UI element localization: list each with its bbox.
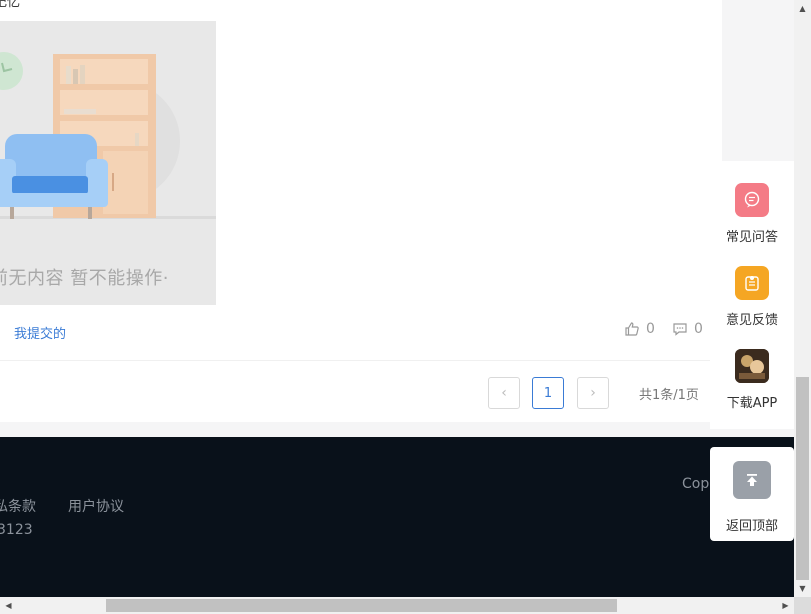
footer-user-agreement-link[interactable]: 用户协议 xyxy=(68,496,124,516)
content-card: 记忆 前无内容 暂不能操作· 我提交的 0 0 ‹ 1 › 共1条/1页 xyxy=(0,0,722,422)
scroll-down-arrow-icon[interactable]: ▼ xyxy=(794,580,811,597)
comment-icon xyxy=(673,323,687,336)
viewport: 记忆 前无内容 暂不能操作· 我提交的 0 0 ‹ 1 › 共1条/1页 私条款… xyxy=(0,0,794,597)
item-meta-row: 我提交的 0 0 xyxy=(0,315,722,347)
item-title: 记忆 xyxy=(0,0,21,10)
scroll-left-arrow-icon[interactable]: ◀ xyxy=(0,597,17,614)
side-top-area xyxy=(722,0,794,161)
pagination-total: 共1条/1页 xyxy=(639,388,699,403)
empty-state-text: 前无内容 暂不能操作· xyxy=(0,268,169,289)
download-app-button[interactable]: 下载APP xyxy=(710,349,794,411)
scroll-up-arrow-icon[interactable]: ▲ xyxy=(794,0,811,17)
side-panel: 常见问答 意见反馈 下载APP xyxy=(710,161,794,429)
like-count: 0 xyxy=(646,321,655,337)
comment-count: 0 xyxy=(694,321,703,337)
empty-state-illustration: 前无内容 暂不能操作· xyxy=(0,21,216,305)
my-submission-link[interactable]: 我提交的 xyxy=(14,323,66,342)
back-to-top-label: 返回顶部 xyxy=(725,519,778,534)
footer: 私条款 用户协议 3123 Cop xyxy=(0,437,794,597)
scrollbar-corner xyxy=(794,597,811,614)
like-button[interactable]: 0 xyxy=(624,321,655,337)
footer-privacy-link[interactable]: 私条款 xyxy=(0,496,36,516)
scroll-right-arrow-icon[interactable]: ▶ xyxy=(777,597,794,614)
faq-label: 常见问答 xyxy=(725,230,778,245)
feedback-icon xyxy=(735,266,769,300)
feedback-button[interactable]: 意见反馈 xyxy=(710,266,794,328)
pagination-next-button[interactable]: › xyxy=(577,377,609,409)
pagination-prev-button[interactable]: ‹ xyxy=(488,377,520,409)
thumbs-up-icon xyxy=(625,322,639,336)
footer-record-number: 3123 xyxy=(0,522,33,538)
horizontal-scrollbar[interactable]: ◀ ▶ xyxy=(0,597,794,614)
arrow-up-icon xyxy=(733,461,771,499)
sofa-shelf-illustration xyxy=(0,21,216,305)
horizontal-scroll-thumb[interactable] xyxy=(106,599,617,612)
download-app-label: 下载APP xyxy=(726,396,778,411)
app-thumbnail-icon xyxy=(735,349,769,383)
chat-bubble-icon xyxy=(735,183,769,217)
vertical-scrollbar[interactable]: ▲ ▼ xyxy=(794,0,811,597)
faq-button[interactable]: 常见问答 xyxy=(710,183,794,245)
divider xyxy=(0,360,710,361)
feedback-label: 意见反馈 xyxy=(725,313,778,328)
comment-button[interactable]: 0 xyxy=(672,321,703,337)
pagination-page-1[interactable]: 1 xyxy=(532,377,564,409)
vertical-scroll-thumb[interactable] xyxy=(796,377,809,580)
back-to-top-button[interactable]: 返回顶部 xyxy=(710,447,794,541)
footer-copyright: Cop xyxy=(682,476,710,492)
